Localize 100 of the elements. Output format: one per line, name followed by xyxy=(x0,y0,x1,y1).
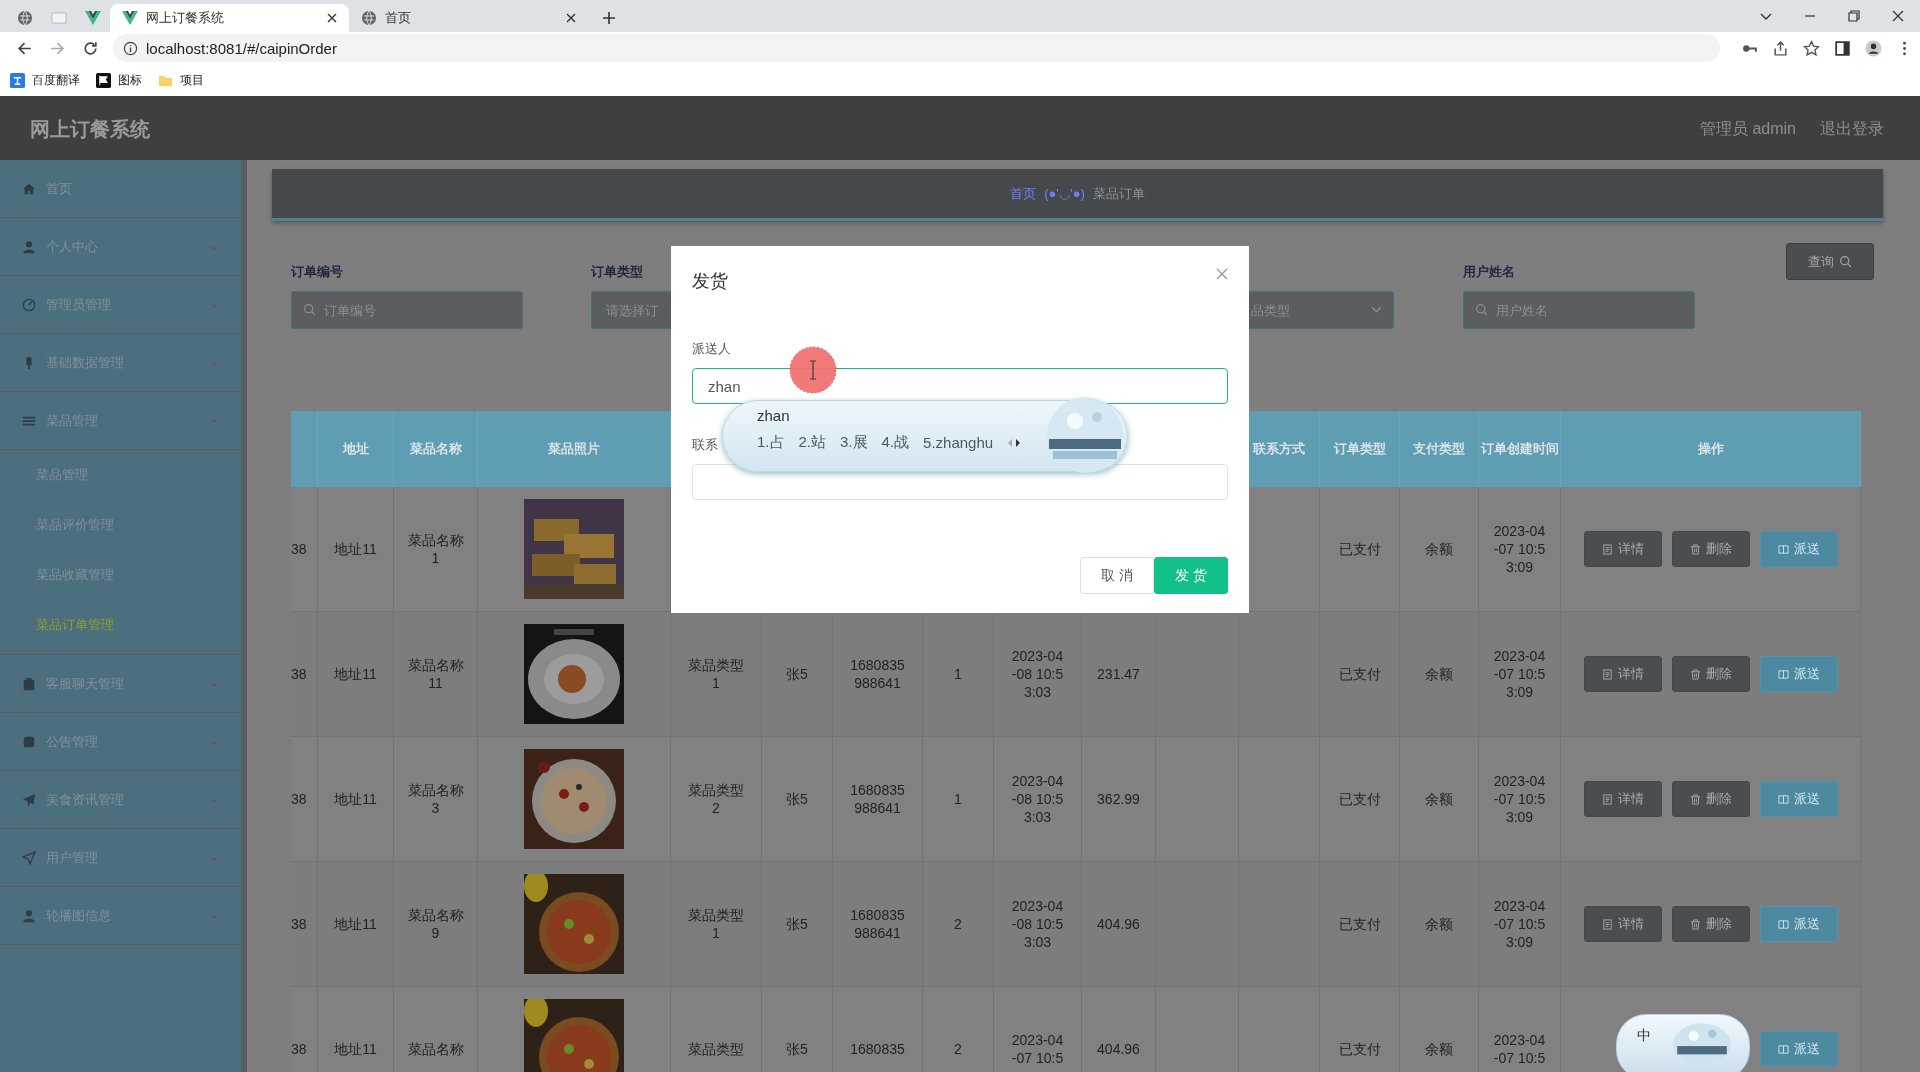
book-icon xyxy=(1778,543,1789,555)
browser-tab[interactable]: 网上订餐系统 xyxy=(110,4,349,32)
table-cell: 张5 xyxy=(786,665,808,683)
send-icon xyxy=(22,792,36,807)
document-icon xyxy=(1602,793,1613,805)
table-cell: 张5 xyxy=(786,1040,808,1058)
table-cell: 余额 xyxy=(1425,915,1453,933)
column-header: 地址 xyxy=(342,440,369,458)
ime-candidate[interactable]: 1.占 xyxy=(757,433,785,452)
page-arrows-icon[interactable] xyxy=(1007,437,1022,448)
search-icon xyxy=(303,303,316,316)
clipboard-icon xyxy=(22,676,36,691)
table-cell: 已支付 xyxy=(1338,1040,1381,1058)
ime-candidate[interactable]: 5.zhanghu xyxy=(923,434,994,451)
table-cell: 已支付 xyxy=(1338,790,1381,808)
ime-candidate[interactable]: 2.站 xyxy=(798,433,827,452)
close-icon[interactable] xyxy=(327,13,337,23)
bookmark[interactable]: 项目 xyxy=(158,71,204,89)
document-icon xyxy=(1602,668,1613,680)
flag-icon xyxy=(96,72,111,88)
dispatch-button[interactable]: 派送 xyxy=(1760,656,1838,692)
close-icon[interactable] xyxy=(566,13,576,23)
bookmark[interactable]: 图标 xyxy=(96,71,142,89)
table-cell: 404.96 xyxy=(1097,915,1140,933)
dispatch-button[interactable]: 派送 xyxy=(1760,531,1838,567)
table-cell: 张5 xyxy=(786,915,808,933)
detail-button[interactable]: 详情 xyxy=(1584,906,1662,942)
table-cell: 张5 xyxy=(786,790,808,808)
search-icon xyxy=(1475,303,1488,316)
table-cell-text: 菜品类型1 xyxy=(687,906,745,942)
star-icon[interactable] xyxy=(1803,39,1820,57)
table-cell: 2023-04-07 10:53:09 xyxy=(1492,897,1547,951)
delete-button[interactable]: 删除 xyxy=(1672,781,1750,817)
table-cell: 地址11 xyxy=(334,1040,377,1058)
cursor-highlight-icon xyxy=(789,346,837,394)
table-cell: 1680835988641 xyxy=(849,906,906,942)
reload-icon[interactable] xyxy=(82,39,99,57)
ime-composition: zhan xyxy=(757,407,790,424)
chevron-down-icon xyxy=(1371,304,1382,315)
profile-icon[interactable] xyxy=(1865,39,1882,57)
table-cell: 地址11 xyxy=(334,790,377,808)
new-tab-icon[interactable] xyxy=(602,11,616,25)
dispatch-button[interactable]: 派送 xyxy=(1760,781,1838,817)
column-header: 菜品照片 xyxy=(548,440,600,458)
table-cell: 地址11 xyxy=(334,665,377,683)
detail-button[interactable]: 详情 xyxy=(1584,531,1662,567)
address-bar[interactable]: localhost:8081/#/caipinOrder xyxy=(113,34,1720,62)
table-cell: 1 xyxy=(954,665,962,683)
browser-tab[interactable]: 首页 xyxy=(349,4,588,32)
delete-button[interactable]: 删除 xyxy=(1672,906,1750,942)
globe-icon xyxy=(17,10,33,26)
table-cell: 2023-04-07 10:5 xyxy=(1010,1031,1065,1067)
breadcrumb-separator: (●'◡'●) xyxy=(1044,186,1085,201)
vue-logo-icon xyxy=(122,10,138,26)
logout-link[interactable]: 退出登录 xyxy=(1820,118,1884,140)
table-cell: 2023-04-08 10:53:03 xyxy=(1010,897,1065,951)
breadcrumb-link[interactable]: 首页 xyxy=(1010,184,1037,203)
trash-icon xyxy=(1690,668,1701,680)
table-cell: 38 xyxy=(291,790,307,808)
table-cell: 38 xyxy=(291,915,307,933)
table-cell: 余额 xyxy=(1425,1040,1453,1058)
search-button[interactable]: 查询 xyxy=(1786,243,1874,280)
column-header: 菜品名称 xyxy=(409,440,462,458)
table-cell: 2023-04-07 10:53:09 xyxy=(1492,647,1547,701)
sidebar-icon[interactable] xyxy=(1834,39,1851,57)
share-icon[interactable] xyxy=(1772,39,1789,57)
cancel-button[interactable]: 取 消 xyxy=(1080,557,1155,594)
table-cell: 地址11 xyxy=(334,915,377,933)
restore-icon[interactable] xyxy=(1846,8,1862,24)
user-name: 管理员 admin xyxy=(1699,118,1796,139)
info-icon xyxy=(123,40,138,56)
table-cell: 1680835 xyxy=(849,1040,906,1058)
delete-button[interactable]: 删除 xyxy=(1672,531,1750,567)
field-label: 联系 xyxy=(692,436,718,454)
detail-button[interactable]: 详情 xyxy=(1584,656,1662,692)
dispatch-button[interactable]: 派送 xyxy=(1760,1031,1838,1067)
trash-icon xyxy=(1690,918,1701,930)
ime-candidate[interactable]: 3.展 xyxy=(840,433,868,452)
close-icon[interactable] xyxy=(1890,8,1906,24)
table-cell-text: 菜品类型 xyxy=(687,1040,745,1058)
document-icon xyxy=(1602,543,1613,555)
trash-icon xyxy=(1690,543,1701,555)
bookmark[interactable]: 百度翻译 xyxy=(10,71,80,89)
sidebar-subitem[interactable]: 菜品订单管理 xyxy=(0,600,241,650)
table-cell-text: 菜品名称1 xyxy=(406,531,465,567)
table-cell: 1 xyxy=(954,790,962,808)
document-icon xyxy=(1602,918,1613,930)
detail-button[interactable]: 详情 xyxy=(1584,781,1662,817)
table-cell-text: 菜品类型2 xyxy=(687,781,745,817)
search-icon xyxy=(1839,255,1852,268)
confirm-button[interactable]: 发 货 xyxy=(1154,557,1228,594)
ime-status-widget[interactable]: 中 xyxy=(1616,1014,1750,1072)
column-header: 联系方式 xyxy=(1253,440,1305,458)
delete-button[interactable]: 删除 xyxy=(1672,656,1750,692)
ime-candidate[interactable]: 4.战 xyxy=(881,433,910,452)
table-cell: 2 xyxy=(954,1040,962,1058)
dispatch-button[interactable]: 派送 xyxy=(1760,906,1838,942)
field-label: 用户姓名 xyxy=(1463,263,1516,279)
table-cell-text: 菜品名称 xyxy=(406,1040,465,1058)
table-cell: 2 xyxy=(954,915,962,933)
